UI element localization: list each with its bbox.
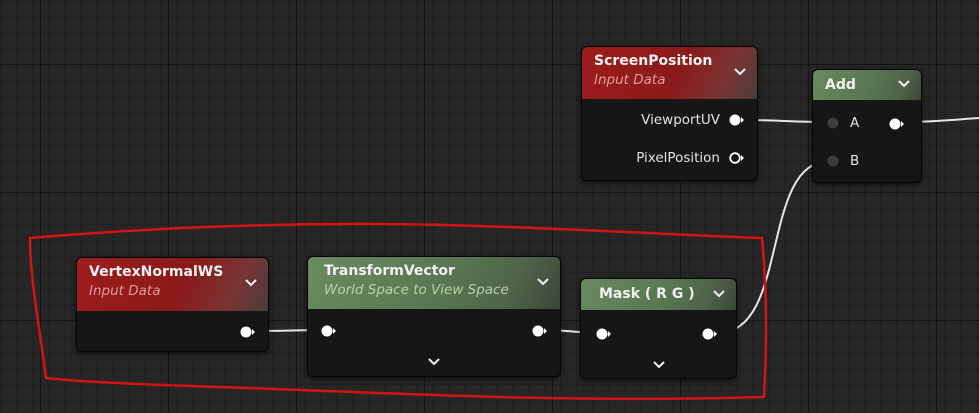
- chevron-down-icon[interactable]: [651, 357, 667, 373]
- node-subtitle: Input Data: [594, 72, 666, 88]
- exec-pin-filled-icon[interactable]: [320, 324, 337, 338]
- mask-node[interactable]: Mask ( R G ): [580, 278, 737, 379]
- screenposition-node[interactable]: ScreenPosition Input Data ViewportUV Pix…: [581, 46, 758, 181]
- exec-pin-filled-icon[interactable]: [531, 324, 548, 338]
- node-title: VertexNormalWS: [89, 264, 224, 280]
- pin-label-pixelposition: PixelPosition: [636, 150, 720, 166]
- node-title: Add: [825, 77, 856, 93]
- node-title: Mask ( R G ): [599, 286, 695, 302]
- chevron-down-icon[interactable]: [426, 354, 442, 370]
- chevron-down-icon[interactable]: [733, 65, 747, 79]
- exec-pin-filled-icon[interactable]: [888, 117, 905, 131]
- vertexnormalws-header[interactable]: VertexNormalWS Input Data: [77, 258, 268, 311]
- pin-row-a: A: [825, 115, 859, 131]
- chevron-down-icon[interactable]: [244, 276, 258, 290]
- pin-label-viewportuv: ViewportUV: [641, 112, 720, 128]
- pin-row-b: B: [825, 153, 859, 169]
- chevron-down-icon[interactable]: [897, 77, 911, 91]
- pin-row-pixelposition: PixelPosition: [636, 150, 745, 166]
- node-title: TransformVector: [324, 263, 455, 279]
- add-header[interactable]: Add: [813, 70, 921, 100]
- screenposition-header[interactable]: ScreenPosition Input Data: [582, 47, 757, 99]
- exec-pin-filled-icon[interactable]: [728, 113, 745, 127]
- chevron-down-icon[interactable]: [536, 275, 550, 289]
- mask-header[interactable]: Mask ( R G ): [581, 279, 736, 310]
- chevron-down-icon[interactable]: [712, 287, 726, 301]
- pin-label-a: A: [850, 115, 860, 131]
- input-pin-icon[interactable]: [825, 154, 842, 168]
- add-node[interactable]: Add A B: [812, 69, 922, 183]
- exec-pin-filled-icon[interactable]: [239, 325, 256, 339]
- vertexnormalws-node[interactable]: VertexNormalWS Input Data: [76, 257, 269, 352]
- input-pin-icon[interactable]: [825, 116, 842, 130]
- transformvector-header[interactable]: TransformVector World Space to View Spac…: [308, 257, 560, 309]
- pin-label-b: B: [850, 153, 860, 169]
- transformvector-node[interactable]: TransformVector World Space to View Spac…: [307, 256, 561, 377]
- exec-pin-hollow-icon[interactable]: [728, 151, 745, 165]
- node-title: ScreenPosition: [594, 53, 713, 69]
- pin-row-viewportuv: ViewportUV: [641, 112, 745, 128]
- node-subtitle: Input Data: [89, 283, 161, 299]
- node-subtitle: World Space to View Space: [324, 282, 509, 298]
- exec-pin-filled-icon[interactable]: [595, 327, 612, 341]
- exec-pin-filled-icon[interactable]: [701, 327, 718, 341]
